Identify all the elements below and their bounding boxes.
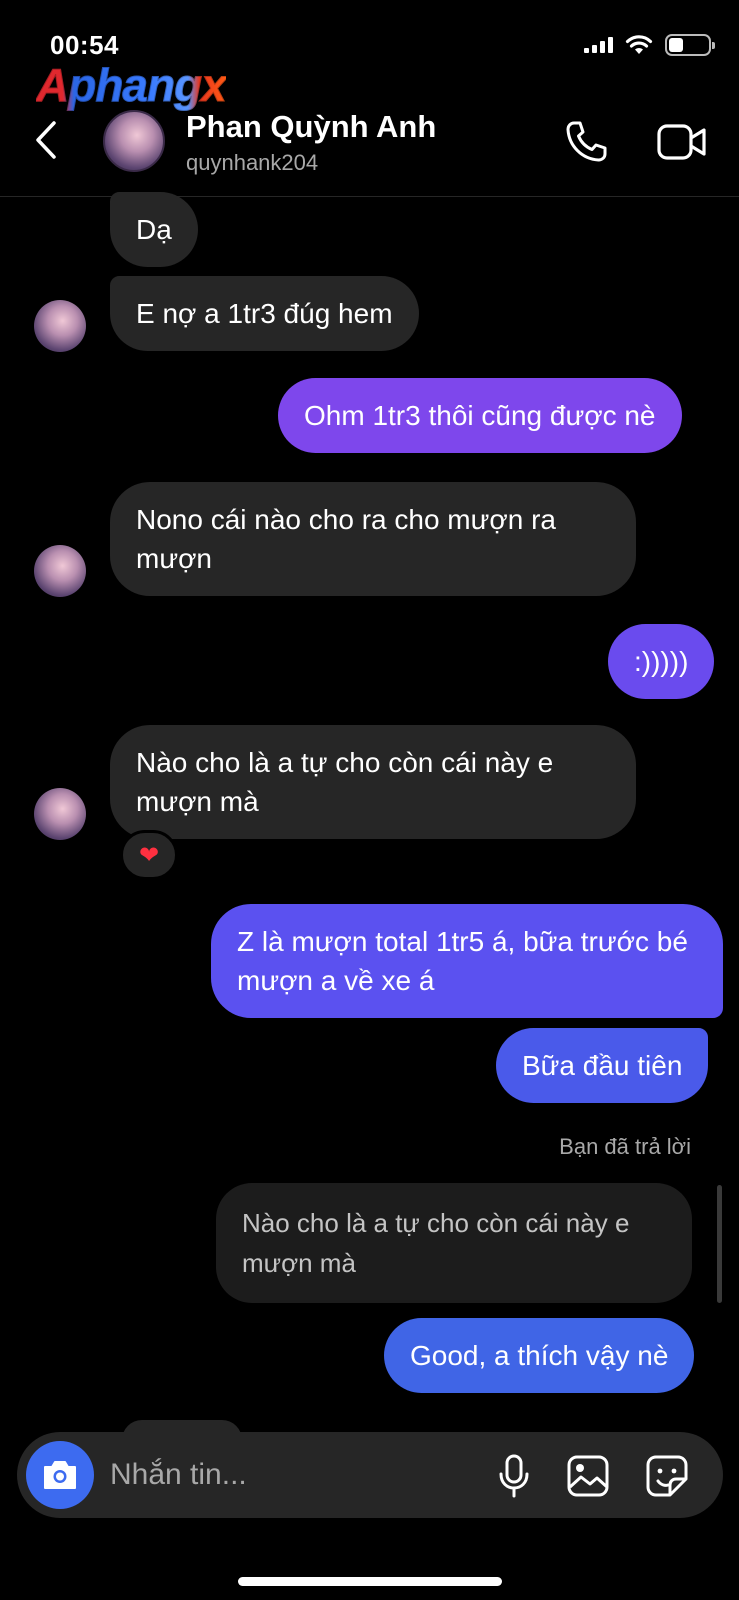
- chevron-left-icon[interactable]: [28, 115, 68, 165]
- video-camera-icon[interactable]: [656, 120, 708, 164]
- battery-icon: [665, 34, 715, 56]
- cellular-signal-icon: [584, 37, 613, 53]
- message-avatar[interactable]: [34, 545, 86, 597]
- status-icons: [584, 34, 715, 56]
- message-sent[interactable]: Ohm 1tr3 thôi cũng được nè: [278, 378, 682, 453]
- message-received[interactable]: E nợ a 1tr3 đúg hem: [110, 276, 419, 351]
- message-sent[interactable]: Good, a thích vậy nè: [384, 1318, 695, 1393]
- microphone-icon: [499, 1454, 529, 1498]
- phone-icon[interactable]: [562, 118, 610, 166]
- quoted-message[interactable]: Nào cho là a tự cho còn cái này e mượn m…: [216, 1183, 692, 1303]
- message-avatar[interactable]: [34, 300, 86, 352]
- reply-label: Bạn đã trả lời: [559, 1134, 691, 1159]
- camera-button[interactable]: [26, 1441, 94, 1509]
- home-indicator[interactable]: [238, 1577, 502, 1586]
- watermark-logo: Aphangx: [36, 59, 228, 112]
- camera-icon: [44, 1461, 76, 1489]
- scrollbar[interactable]: [717, 1185, 722, 1303]
- gallery-icon: [567, 1455, 609, 1497]
- wifi-icon: [625, 35, 653, 54]
- message-sent[interactable]: Z là mượn total 1tr5 á, bữa trước bé mượ…: [211, 904, 723, 1018]
- message-input[interactable]: [110, 1452, 470, 1498]
- message-received[interactable]: Nào cho là a tự cho còn cái này e mượn m…: [110, 725, 636, 839]
- sticker-button[interactable]: [643, 1452, 691, 1500]
- message-sent[interactable]: :))))): [608, 624, 715, 699]
- battery-level: [669, 38, 684, 52]
- sticker-icon: [646, 1455, 688, 1497]
- contact-avatar[interactable]: [103, 110, 165, 172]
- message-sent[interactable]: Bữa đầu tiên: [496, 1028, 709, 1103]
- message-received[interactable]: Dạ: [110, 192, 198, 267]
- gallery-button[interactable]: [564, 1452, 612, 1500]
- message-received[interactable]: Nono cái nào cho ra cho mượn ra mượn: [110, 482, 636, 596]
- microphone-button[interactable]: [490, 1452, 538, 1500]
- message-avatar[interactable]: [34, 788, 86, 840]
- status-time: 00:54: [50, 30, 119, 60]
- contact-name[interactable]: Phan Quỳnh Anh: [186, 109, 436, 145]
- contact-username[interactable]: quynhank204: [186, 150, 318, 176]
- heart-reaction-icon[interactable]: ❤: [120, 830, 178, 880]
